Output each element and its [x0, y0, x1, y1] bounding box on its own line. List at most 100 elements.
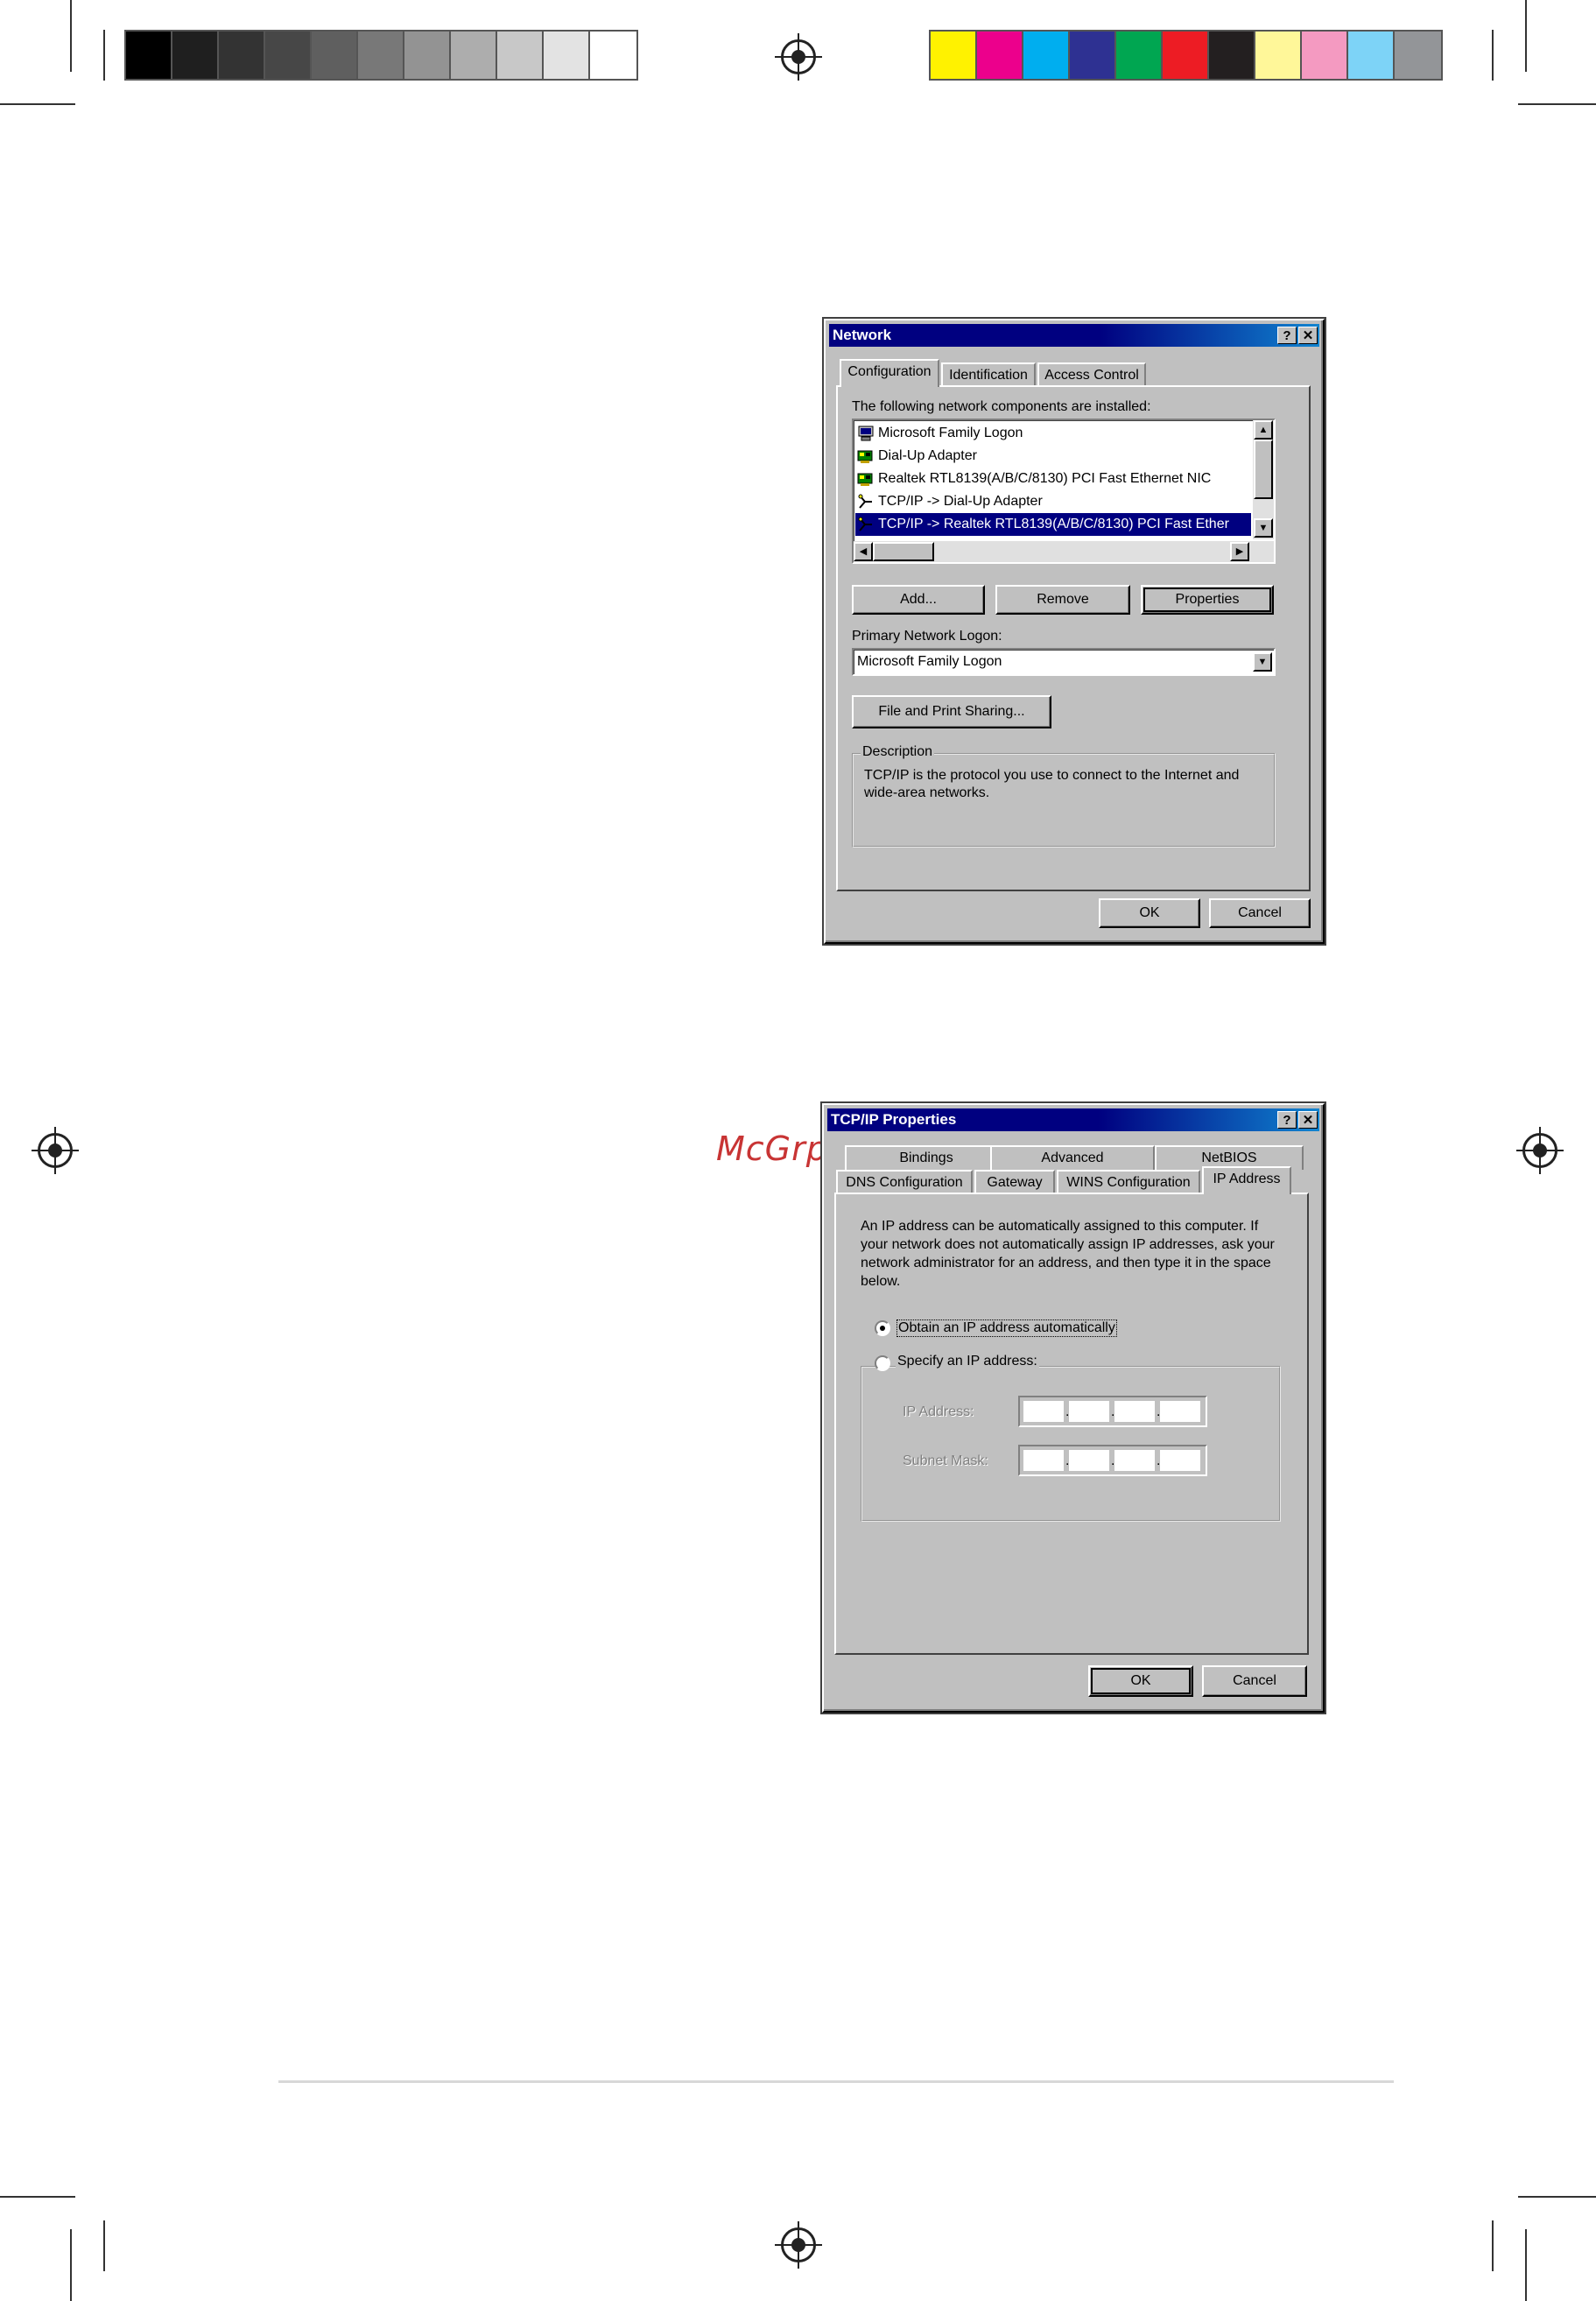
tab-dns-configuration[interactable]: DNS Configuration: [836, 1170, 973, 1194]
color-swatch: [451, 32, 497, 79]
crop-mark: [103, 2220, 105, 2271]
protocol-icon: [855, 517, 878, 531]
specify-ip-groupbox: [861, 1366, 1281, 1522]
tab-identification[interactable]: Identification: [941, 362, 1036, 387]
list-item-label: TCP/IP -> Realtek RTL8139(A/B/C/8130) PC…: [878, 517, 1229, 531]
color-swatch: [1023, 32, 1070, 79]
footer-rule: [278, 2080, 1394, 2083]
ip-address-label: IP Address:: [903, 1404, 974, 1419]
list-item[interactable]: TCP/IP -> Realtek RTL8139(A/B/C/8130) PC…: [855, 513, 1251, 536]
vertical-scrollbar[interactable]: ▲ ▼: [1253, 420, 1274, 539]
color-swatch: [312, 32, 358, 79]
color-swatch: [1116, 32, 1163, 79]
tab-bindings[interactable]: Bindings: [845, 1145, 1008, 1170]
color-swatch: [1070, 32, 1116, 79]
tab-wins-configuration[interactable]: WINS Configuration: [1057, 1170, 1200, 1194]
tab-access-control[interactable]: Access Control: [1037, 362, 1146, 387]
chevron-down-icon[interactable]: ▼: [1253, 652, 1272, 672]
help-icon[interactable]: ?: [1277, 327, 1297, 344]
obtain-ip-radio[interactable]: [875, 1320, 890, 1336]
registration-mark-icon: [32, 1127, 79, 1174]
crop-mark: [70, 2229, 72, 2301]
network-dialog-titlebar[interactable]: Network ? ✕: [829, 324, 1319, 347]
registration-mark-icon: [775, 2221, 822, 2269]
description-legend: Description: [861, 744, 935, 760]
crop-mark: [103, 30, 105, 81]
file-print-sharing-button[interactable]: File and Print Sharing...: [852, 695, 1051, 728]
crop-mark: [1492, 30, 1494, 81]
configuration-panel: The following network components are ins…: [836, 385, 1311, 891]
color-calibration-strip: [929, 30, 1443, 81]
scroll-right-icon[interactable]: ▶: [1230, 542, 1249, 561]
protocol-icon: [855, 494, 878, 509]
specify-ip-radio[interactable]: [875, 1355, 890, 1371]
list-item[interactable]: TCP/IP -> Dial-Up Adapter: [855, 490, 1251, 513]
color-swatch: [126, 32, 172, 79]
tab-advanced[interactable]: Advanced: [990, 1145, 1155, 1170]
obtain-ip-label[interactable]: Obtain an IP address automatically: [896, 1319, 1117, 1337]
dialog-title: Network: [833, 327, 892, 343]
color-swatch: [977, 32, 1023, 79]
crop-mark: [1525, 2229, 1527, 2301]
ip-address-panel: An IP address can be automatically assig…: [834, 1193, 1309, 1655]
components-list[interactable]: Microsoft Family Logon Dial-Up Adapter Rea…: [852, 419, 1276, 564]
ok-button[interactable]: OK: [1088, 1665, 1193, 1697]
color-swatch: [172, 32, 219, 79]
color-swatch: [1255, 32, 1302, 79]
cancel-button[interactable]: Cancel: [1202, 1665, 1307, 1697]
color-swatch: [1395, 32, 1441, 79]
description-groupbox: Description TCP/IP is the protocol you u…: [852, 744, 1276, 848]
color-swatch: [931, 32, 977, 79]
description-text: TCP/IP is the protocol you use to connec…: [864, 768, 1240, 800]
tcpip-properties-dialog: TCP/IP Properties ? ✕ Bindings Advanced …: [822, 1103, 1325, 1713]
client-icon: [855, 426, 878, 441]
list-item-label: TCP/IP -> Dial-Up Adapter: [878, 494, 1043, 509]
list-item[interactable]: Microsoft Family Logon: [855, 422, 1251, 445]
color-swatch: [544, 32, 590, 79]
list-item[interactable]: Dial-Up Adapter: [855, 445, 1251, 468]
color-swatch: [358, 32, 404, 79]
scroll-thumb[interactable]: [1254, 440, 1273, 499]
subnet-mask-label: Subnet Mask:: [903, 1453, 988, 1468]
tab-ip-address[interactable]: IP Address: [1202, 1166, 1291, 1194]
close-icon[interactable]: ✕: [1298, 327, 1318, 344]
color-swatch: [590, 32, 636, 79]
tcpip-dialog-titlebar[interactable]: TCP/IP Properties ? ✕: [827, 1108, 1319, 1131]
network-dialog: Network ? ✕ Configuration Identification…: [824, 319, 1325, 944]
ip-address-field[interactable]: . . .: [1018, 1396, 1207, 1427]
scroll-thumb[interactable]: [873, 542, 934, 561]
add-button[interactable]: Add...: [852, 585, 985, 615]
specify-ip-label[interactable]: Specify an IP address:: [896, 1354, 1039, 1369]
list-item-label: Realtek RTL8139(A/B/C/8130) PCI Fast Eth…: [878, 471, 1212, 486]
components-label: The following network components are ins…: [852, 399, 1151, 414]
color-swatch: [1302, 32, 1348, 79]
cancel-button[interactable]: Cancel: [1209, 898, 1311, 928]
adapter-icon: [855, 448, 878, 463]
properties-button[interactable]: Properties: [1141, 585, 1274, 615]
ok-button[interactable]: OK: [1099, 898, 1200, 928]
remove-button[interactable]: Remove: [995, 585, 1130, 615]
list-item[interactable]: Realtek RTL8139(A/B/C/8130) PCI Fast Eth…: [855, 468, 1251, 490]
crop-mark: [70, 0, 72, 72]
primary-logon-value: Microsoft Family Logon: [857, 654, 1002, 669]
tab-configuration[interactable]: Configuration: [840, 359, 939, 387]
registration-mark-icon: [1516, 1127, 1564, 1174]
color-swatch: [265, 32, 312, 79]
crop-mark: [1518, 103, 1596, 105]
help-icon[interactable]: ?: [1277, 1111, 1297, 1129]
tab-gateway[interactable]: Gateway: [974, 1170, 1055, 1194]
list-item-label: Dial-Up Adapter: [878, 448, 977, 463]
crop-mark: [0, 2196, 75, 2198]
scroll-down-icon[interactable]: ▼: [1254, 518, 1273, 538]
crop-mark: [1525, 0, 1527, 72]
primary-logon-select[interactable]: Microsoft Family Logon ▼: [852, 648, 1276, 676]
close-icon[interactable]: ✕: [1298, 1111, 1318, 1129]
color-swatch: [1348, 32, 1395, 79]
color-swatch: [219, 32, 265, 79]
scroll-left-icon[interactable]: ◀: [854, 542, 873, 561]
crop-mark: [1518, 2196, 1596, 2198]
scroll-up-icon[interactable]: ▲: [1254, 420, 1273, 440]
subnet-mask-field[interactable]: . . .: [1018, 1445, 1207, 1476]
horizontal-scrollbar[interactable]: ◀ ▶: [854, 541, 1274, 562]
color-swatch: [497, 32, 544, 79]
